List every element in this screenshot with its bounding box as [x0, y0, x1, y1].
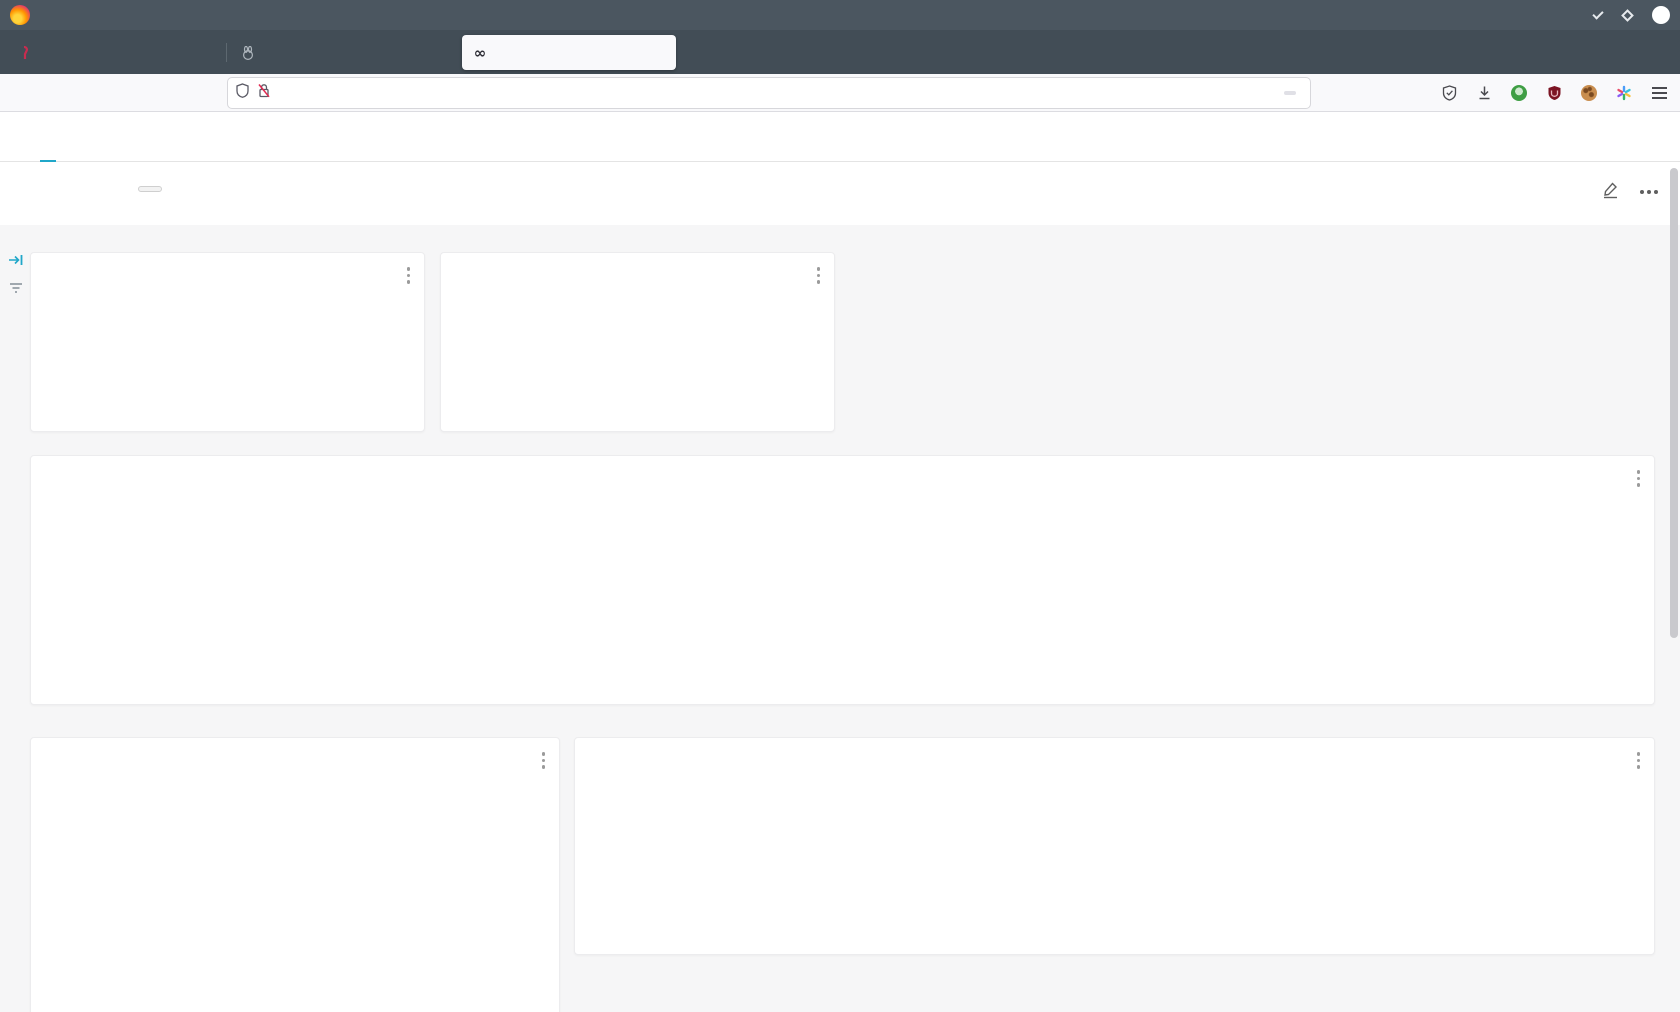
sparkline-total-income	[461, 359, 821, 419]
donut-chart[interactable]	[221, 840, 365, 984]
window-maximize-icon[interactable]	[1621, 9, 1634, 22]
tracking-shield-icon[interactable]	[236, 83, 249, 103]
shield-check-icon[interactable]	[1440, 84, 1458, 102]
chart-menu-kebab-icon[interactable]	[407, 267, 411, 284]
draft-status-badge	[138, 186, 162, 192]
minio-favicon-icon	[16, 45, 32, 61]
nav-item-charts[interactable]	[80, 112, 84, 162]
extension-cookie-icon[interactable]	[1580, 84, 1598, 102]
firefox-window: ∞	[0, 0, 1680, 1012]
avg-duration-plot	[575, 738, 1655, 955]
tab-bar: ∞	[0, 30, 1680, 74]
expand-filter-panel-icon[interactable]	[8, 252, 24, 268]
firefox-logo-icon	[10, 5, 30, 25]
more-actions-icon[interactable]	[1640, 190, 1658, 194]
window-close-icon[interactable]	[1652, 6, 1670, 24]
card-payment-types	[30, 737, 560, 1012]
extension-ublock-icon[interactable]	[1545, 84, 1563, 102]
downloads-icon[interactable]	[1475, 84, 1493, 102]
window-minimize-icon[interactable]	[1592, 8, 1603, 19]
trips-income-plot	[31, 456, 1655, 705]
chart-menu-kebab-icon[interactable]	[542, 752, 546, 769]
insecure-lock-icon[interactable]	[257, 83, 271, 103]
extension-privacy-icon[interactable]	[1510, 84, 1528, 102]
superset-nav	[0, 112, 1680, 162]
superset-favicon-icon: ∞	[472, 45, 488, 61]
extension-pinwheel-icon[interactable]	[1615, 84, 1633, 102]
url-toolbar	[0, 74, 1680, 112]
zoom-level-badge[interactable]	[1284, 91, 1296, 95]
window-titlebar	[0, 0, 1680, 30]
filter-icon[interactable]	[8, 280, 24, 296]
nav-item-data[interactable]	[153, 112, 162, 162]
card-avg-trip-duration	[574, 737, 1655, 955]
card-total-trips	[30, 252, 425, 432]
chart-menu-kebab-icon[interactable]	[817, 267, 821, 284]
page-scrollbar-thumb[interactable]	[1670, 168, 1678, 638]
dashboard-header	[0, 162, 1680, 225]
tab-separator	[226, 43, 227, 62]
tab-taxi-data-active[interactable]: ∞	[462, 35, 676, 70]
card-trips-income	[30, 455, 1655, 705]
sparkline-total-trips	[51, 359, 411, 419]
trino-favicon-icon	[240, 45, 256, 61]
url-bar[interactable]	[228, 78, 1310, 108]
nav-item-sql-lab[interactable]	[114, 112, 123, 162]
menu-hamburger-icon[interactable]	[1650, 84, 1668, 102]
nav-item-dashboards[interactable]	[46, 112, 50, 162]
tab-minio-console[interactable]	[6, 35, 220, 70]
edit-pencil-icon[interactable]	[1601, 180, 1620, 204]
tab-trino-cluster[interactable]	[230, 35, 452, 70]
card-total-income	[440, 252, 835, 432]
